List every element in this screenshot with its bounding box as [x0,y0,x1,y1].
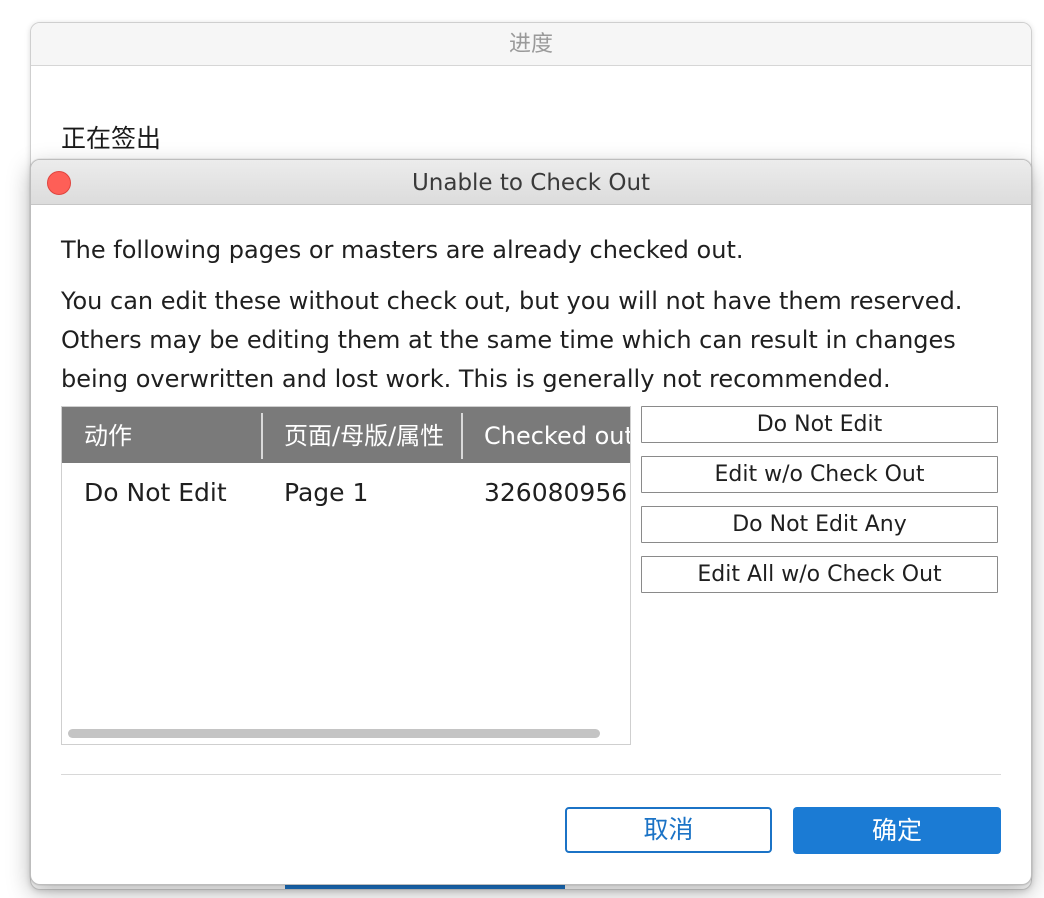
cancel-button[interactable]: 取消 [565,807,772,853]
edit-without-checkout-button[interactable]: Edit w/o Check Out [641,456,998,493]
do-not-edit-any-button[interactable]: Do Not Edit Any [641,506,998,543]
column-divider[interactable] [261,413,263,459]
progress-status-text: 正在签出 [61,124,162,153]
unable-to-check-out-dialog: Unable to Check Out The following pages … [30,159,1032,885]
table-row[interactable]: Do Not Edit Page 1 326080956 [62,467,630,519]
footer-divider [61,774,1001,775]
ok-button[interactable]: 确定 [793,807,1001,854]
column-divider[interactable] [461,413,463,459]
do-not-edit-button[interactable]: Do Not Edit [641,406,998,443]
column-header-action[interactable]: 动作 [84,407,254,463]
column-header-checked-out[interactable]: Checked out [484,407,630,463]
dialog-titlebar: Unable to Check Out [31,160,1031,205]
dialog-message-secondary: You can edit these without check out, bu… [61,287,963,393]
edit-all-without-checkout-button[interactable]: Edit All w/o Check Out [641,556,998,593]
progress-window-title: 进度 [31,23,1031,66]
cell-checked-out-by: 326080956 [484,478,628,507]
cell-item: Page 1 [284,478,369,507]
column-header-page-master-property[interactable]: 页面/母版/属性 [284,407,460,463]
horizontal-scrollbar[interactable] [68,729,600,738]
checked-out-items-table: 动作 页面/母版/属性 Checked out Do Not Edit Page… [61,406,631,745]
dialog-title: Unable to Check Out [411,170,651,196]
dialog-message-primary: The following pages or masters are alrea… [61,236,744,264]
cell-action: Do Not Edit [84,478,227,507]
table-header: 动作 页面/母版/属性 Checked out [62,407,630,463]
